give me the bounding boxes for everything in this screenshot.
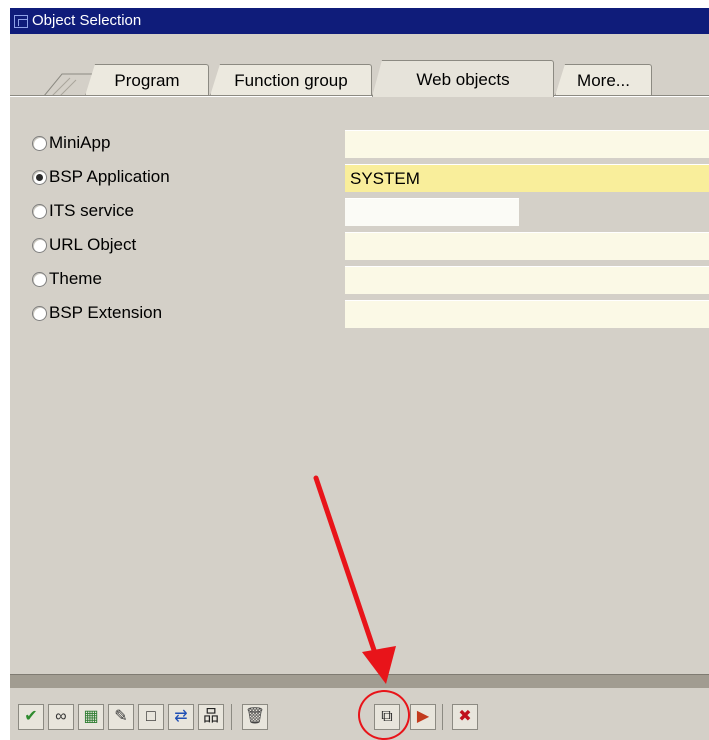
bsp-extension-label: BSP Extension — [49, 303, 163, 322]
option-row-bsp-application: BSP Application SYSTEM — [10, 162, 709, 193]
title-bar: Object Selection — [10, 8, 709, 34]
url-object-radio[interactable] — [32, 238, 47, 253]
annotation-circle — [358, 690, 410, 740]
url-object-label: URL Object — [49, 235, 137, 254]
window-title: Object Selection — [32, 12, 142, 29]
option-row-bsp-extension: BSP Extension — [10, 298, 709, 329]
tab-function-group[interactable]: Function group — [210, 64, 372, 96]
tab-more[interactable]: More... — [555, 64, 652, 96]
where-used-icon[interactable]: ⇄ — [168, 704, 194, 730]
hierarchy-icon[interactable]: 品 — [198, 704, 224, 730]
bsp-application-label: BSP Application — [49, 167, 170, 186]
theme-label: Theme — [49, 269, 102, 288]
web-objects-panel: MiniApp BSP Application SYSTEM ITS servi… — [10, 96, 709, 675]
option-row-theme: Theme — [10, 264, 709, 295]
theme-input[interactable] — [345, 266, 709, 294]
toolbar-separator — [442, 704, 443, 730]
its-service-radio[interactable] — [32, 204, 47, 219]
edit-pencil-icon[interactable]: ✎ — [108, 704, 134, 730]
display-glasses-icon[interactable]: ∞ — [48, 704, 74, 730]
its-service-label: ITS service — [49, 201, 135, 220]
delete-trash-icon[interactable]: 🗑 — [242, 704, 268, 730]
status-divider — [10, 674, 709, 689]
toolbar-separator — [231, 704, 232, 730]
miniapp-label: MiniApp — [49, 133, 111, 152]
miniapp-radio[interactable] — [32, 136, 47, 151]
option-row-its-service: ITS service — [10, 196, 709, 227]
create-new-icon[interactable]: □ — [138, 704, 164, 730]
window-icon — [14, 14, 28, 28]
miniapp-input[interactable] — [345, 130, 709, 158]
bsp-application-input[interactable]: SYSTEM — [345, 164, 709, 192]
object-selection-dialog: Object Selection Program Function group … — [10, 8, 709, 740]
execute-check-icon[interactable]: ✔ — [18, 704, 44, 730]
tab-web-objects[interactable]: Web objects — [372, 60, 554, 97]
cancel-icon[interactable]: ✖ — [452, 704, 478, 730]
url-object-input[interactable] — [345, 232, 709, 260]
bsp-extension-radio[interactable] — [32, 306, 47, 321]
tab-program[interactable]: Program — [85, 64, 209, 96]
theme-radio[interactable] — [32, 272, 47, 287]
bsp-extension-input[interactable] — [345, 300, 709, 328]
option-row-url-object: URL Object — [10, 230, 709, 261]
option-row-miniapp: MiniApp — [10, 128, 709, 159]
bsp-application-radio[interactable] — [32, 170, 47, 185]
tab-strip: Program Function group Web objects More.… — [10, 52, 709, 97]
its-service-input[interactable] — [345, 198, 519, 226]
change-icon[interactable]: ▦ — [78, 704, 104, 730]
rename-icon[interactable]: ▶ — [410, 704, 436, 730]
